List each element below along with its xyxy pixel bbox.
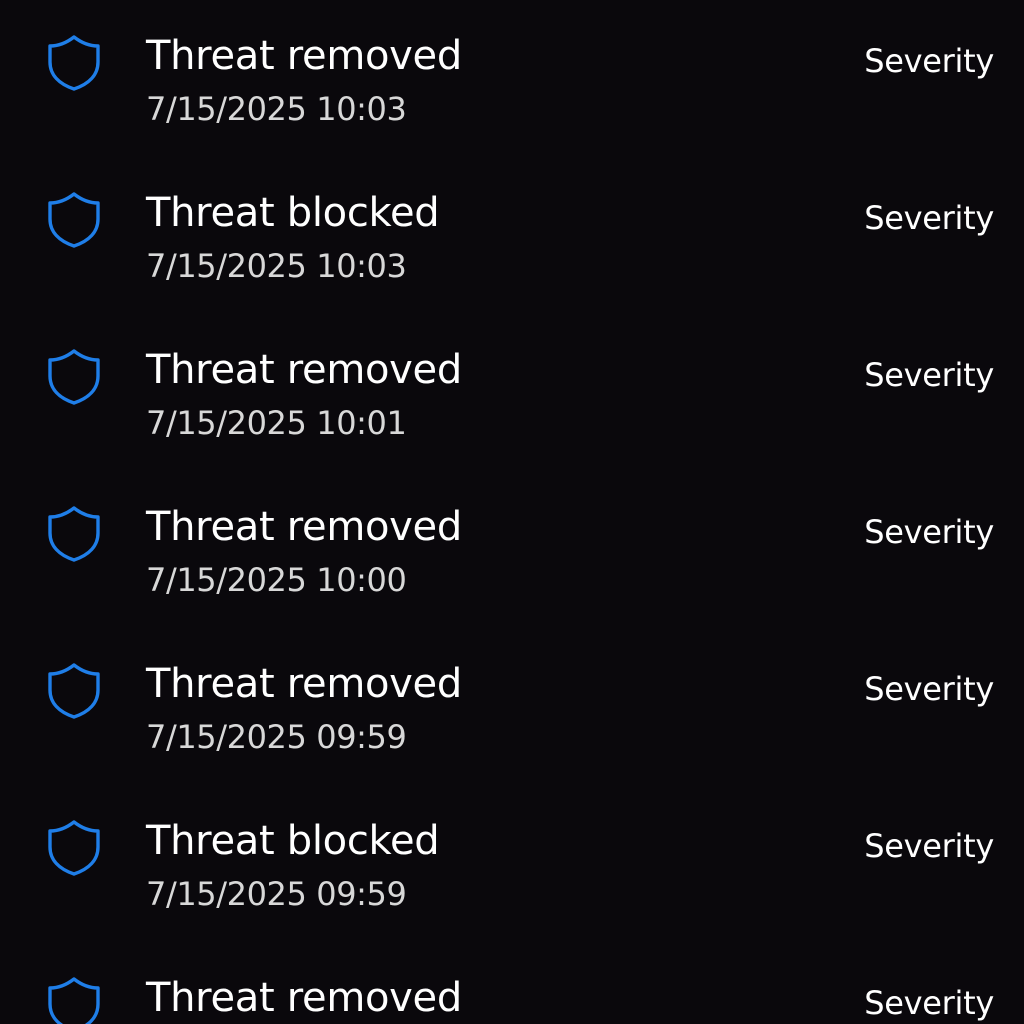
item-severity-label: Severity — [864, 356, 994, 394]
protection-history-list: Threat removed 7/15/2025 10:03 Severity … — [0, 0, 1024, 1024]
shield-icon — [46, 662, 102, 720]
item-title: Threat removed — [146, 504, 462, 550]
history-item[interactable]: Threat removed 7/15/2025 10:01 Severity — [0, 314, 1024, 471]
history-item[interactable]: Threat removed 7/15/2025 10:03 Severity — [0, 0, 1024, 157]
shield-icon — [46, 348, 102, 406]
item-timestamp: 7/15/2025 10:03 — [146, 90, 407, 128]
item-timestamp: 7/15/2025 10:01 — [146, 404, 407, 442]
item-title: Threat removed — [146, 33, 462, 79]
shield-icon — [46, 505, 102, 563]
item-timestamp: 7/15/2025 10:03 — [146, 247, 407, 285]
history-item[interactable]: Threat blocked 7/15/2025 10:03 Severity — [0, 157, 1024, 314]
shield-icon — [46, 191, 102, 249]
item-title: Threat removed — [146, 975, 462, 1021]
item-title: Threat removed — [146, 661, 462, 707]
shield-icon — [46, 34, 102, 92]
item-severity-label: Severity — [864, 670, 994, 708]
item-timestamp: 7/15/2025 09:59 — [146, 718, 407, 756]
item-title: Threat removed — [146, 347, 462, 393]
history-item[interactable]: Threat removed 7/15/2025 10:00 Severity — [0, 471, 1024, 628]
shield-icon — [46, 819, 102, 877]
item-timestamp: 7/15/2025 10:00 — [146, 561, 407, 599]
item-severity-label: Severity — [864, 42, 994, 80]
item-severity-label: Severity — [864, 513, 994, 551]
item-title: Threat blocked — [146, 818, 440, 864]
item-severity-label: Severity — [864, 199, 994, 237]
item-title: Threat blocked — [146, 190, 440, 236]
history-item[interactable]: Threat removed 7/15/2025 09:59 Severity — [0, 628, 1024, 785]
item-severity-label: Severity — [864, 827, 994, 865]
history-item[interactable]: Threat blocked 7/15/2025 09:59 Severity — [0, 785, 1024, 942]
item-timestamp: 7/15/2025 09:59 — [146, 875, 407, 913]
history-item[interactable]: Threat removed Severity — [0, 942, 1024, 1024]
item-severity-label: Severity — [864, 984, 994, 1022]
shield-icon — [46, 976, 102, 1024]
